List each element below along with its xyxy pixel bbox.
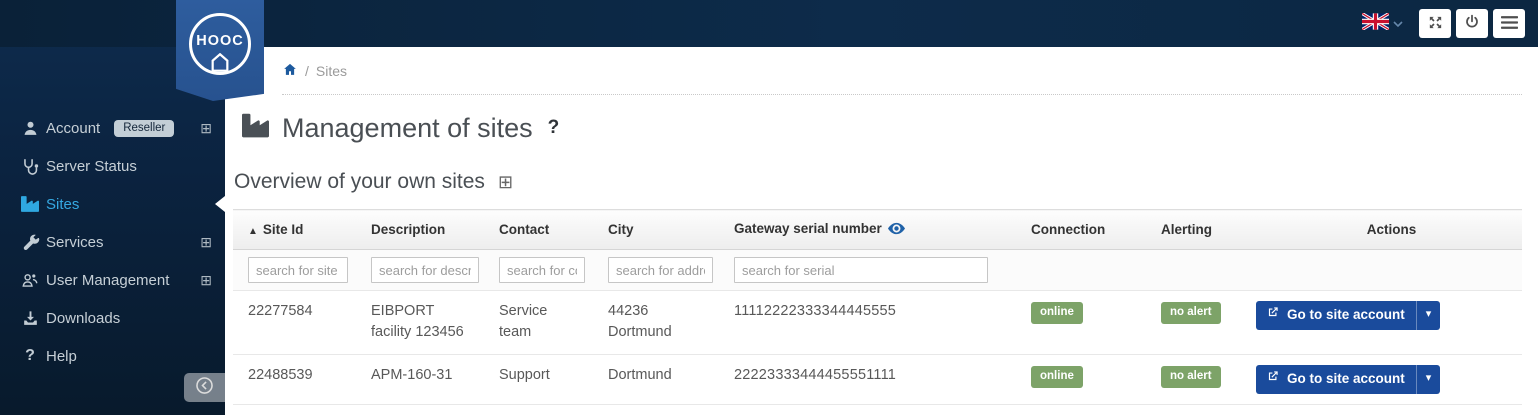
factory-icon bbox=[15, 195, 45, 213]
sites-table: ▲ Site Id Description Contact City Gatewa… bbox=[233, 209, 1522, 405]
expand-plus-icon[interactable]: ⊞ bbox=[200, 273, 212, 287]
download-icon bbox=[15, 309, 45, 328]
stethoscope-icon bbox=[15, 157, 45, 176]
go-to-site-account-split-button: Go to site account ▾ bbox=[1256, 365, 1441, 394]
question-icon: ? bbox=[25, 347, 35, 364]
column-header-description[interactable]: Description bbox=[356, 209, 484, 250]
cell-serial: 11112222333344445555 bbox=[719, 290, 1016, 355]
sidebar-item-label: Services bbox=[46, 233, 104, 251]
factory-icon bbox=[240, 112, 271, 144]
fullscreen-button[interactable] bbox=[1419, 9, 1451, 38]
sidebar-item-label: Account bbox=[46, 119, 101, 137]
cell-contact: Support bbox=[484, 354, 593, 405]
table-row: 22277584 EIBPORT facility 123456 Service… bbox=[233, 290, 1522, 355]
cell-contact: Service team bbox=[484, 290, 593, 355]
sidebar-item-server-status[interactable]: Server Status bbox=[0, 147, 225, 185]
hamburger-icon bbox=[1500, 15, 1518, 33]
column-header-actions: Actions bbox=[1256, 209, 1522, 250]
dropdown-caret-button[interactable]: ▾ bbox=[1415, 301, 1441, 330]
menu-button[interactable] bbox=[1493, 9, 1525, 38]
house-icon bbox=[209, 52, 231, 77]
uk-flag-icon bbox=[1361, 11, 1390, 35]
active-item-arrow bbox=[215, 196, 225, 212]
power-icon bbox=[1464, 14, 1480, 33]
page-header: Management of sites ? bbox=[240, 112, 1538, 144]
connection-status-badge: online bbox=[1031, 302, 1083, 324]
sidebar-item-help[interactable]: ? Help bbox=[0, 337, 225, 375]
hooc-logo[interactable]: HOOC bbox=[176, 0, 264, 101]
sidebar-item-sites[interactable]: Sites bbox=[0, 185, 225, 223]
expand-arrows-icon bbox=[1427, 14, 1444, 34]
external-link-icon bbox=[1266, 369, 1280, 389]
dropdown-caret-button[interactable]: ▾ bbox=[1415, 365, 1441, 394]
sidebar-item-services[interactable]: Services ⊞ bbox=[0, 223, 225, 261]
sidebar-item-user-management[interactable]: User Management ⊞ bbox=[0, 261, 225, 299]
cell-city: Dortmund bbox=[593, 354, 719, 405]
page-title: Management of sites bbox=[282, 112, 533, 143]
sidebar-item-label: Help bbox=[46, 347, 77, 365]
search-address-input[interactable] bbox=[608, 257, 713, 283]
column-header-alerting[interactable]: Alerting bbox=[1146, 209, 1256, 250]
cell-description: APM-160-31 bbox=[356, 354, 484, 405]
logo-circle: HOOC bbox=[189, 13, 251, 75]
add-site-icon[interactable]: ⊞ bbox=[498, 173, 513, 191]
cell-description: EIBPORT facility 123456 bbox=[356, 290, 484, 355]
sidebar-collapse-button[interactable] bbox=[184, 373, 225, 402]
sidebar-item-account[interactable]: Account Reseller ⊞ bbox=[0, 109, 225, 147]
chevron-down-icon bbox=[1393, 15, 1403, 33]
breadcrumb-separator: / bbox=[305, 62, 309, 79]
search-contact-input[interactable] bbox=[499, 257, 585, 283]
cell-serial: 22223333444455551111 bbox=[719, 354, 1016, 405]
alerting-status-badge: no alert bbox=[1161, 302, 1221, 324]
page-help-icon[interactable]: ? bbox=[548, 117, 560, 139]
connection-status-badge: online bbox=[1031, 366, 1083, 388]
home-icon[interactable] bbox=[282, 62, 298, 80]
section-title: Overview of your own sites bbox=[234, 170, 485, 193]
column-header-contact[interactable]: Contact bbox=[484, 209, 593, 250]
table-row: 22488539 APM-160-31 Support Dortmund 222… bbox=[233, 354, 1522, 405]
go-to-site-account-button[interactable]: Go to site account bbox=[1256, 365, 1416, 394]
go-to-site-account-button[interactable]: Go to site account bbox=[1256, 301, 1416, 330]
user-icon bbox=[15, 119, 45, 138]
search-site-id-input[interactable] bbox=[248, 257, 348, 283]
search-serial-input[interactable] bbox=[734, 257, 988, 283]
breadcrumb-current: Sites bbox=[315, 62, 348, 79]
section-header: Overview of your own sites ⊞ bbox=[234, 170, 1538, 194]
column-header-site-id[interactable]: ▲ Site Id bbox=[233, 209, 356, 250]
main-content: / Sites Management of sites ? Overview o… bbox=[225, 47, 1538, 415]
table-header-row: ▲ Site Id Description Contact City Gatewa… bbox=[233, 209, 1522, 250]
language-selector[interactable] bbox=[1361, 11, 1403, 35]
column-header-city[interactable]: City bbox=[593, 209, 719, 250]
logo-text: HOOC bbox=[196, 33, 244, 49]
reseller-badge: Reseller bbox=[114, 119, 175, 137]
sidebar-item-label: Sites bbox=[46, 195, 80, 213]
table-filter-row bbox=[233, 249, 1522, 291]
search-description-input[interactable] bbox=[371, 257, 479, 283]
users-icon bbox=[15, 271, 45, 290]
sidebar-item-label: User Management bbox=[46, 271, 170, 289]
column-header-serial[interactable]: Gateway serial number bbox=[719, 209, 1016, 250]
external-link-icon bbox=[1266, 305, 1280, 325]
sidebar-nav: Account Reseller ⊞ Server Status Sites S… bbox=[0, 109, 225, 375]
go-to-site-account-split-button: Go to site account ▾ bbox=[1256, 301, 1441, 330]
sidebar-item-label: Downloads bbox=[46, 309, 121, 327]
circle-arrow-left-icon bbox=[195, 376, 214, 400]
cell-city: 44236 Dortmund bbox=[593, 290, 719, 355]
logout-button[interactable] bbox=[1456, 9, 1488, 38]
cell-site-id: 22277584 bbox=[233, 290, 356, 355]
sidebar-item-label: Server Status bbox=[46, 157, 137, 175]
expand-plus-icon[interactable]: ⊞ bbox=[200, 121, 212, 135]
eye-icon[interactable] bbox=[887, 222, 905, 238]
alerting-status-badge: no alert bbox=[1161, 366, 1221, 388]
expand-plus-icon[interactable]: ⊞ bbox=[200, 235, 212, 249]
breadcrumb: / Sites bbox=[282, 47, 1522, 95]
column-header-connection[interactable]: Connection bbox=[1016, 209, 1146, 250]
sidebar-item-downloads[interactable]: Downloads bbox=[0, 299, 225, 337]
wrench-icon bbox=[15, 233, 45, 252]
cell-site-id: 22488539 bbox=[233, 354, 356, 405]
sort-asc-icon: ▲ bbox=[248, 226, 258, 237]
